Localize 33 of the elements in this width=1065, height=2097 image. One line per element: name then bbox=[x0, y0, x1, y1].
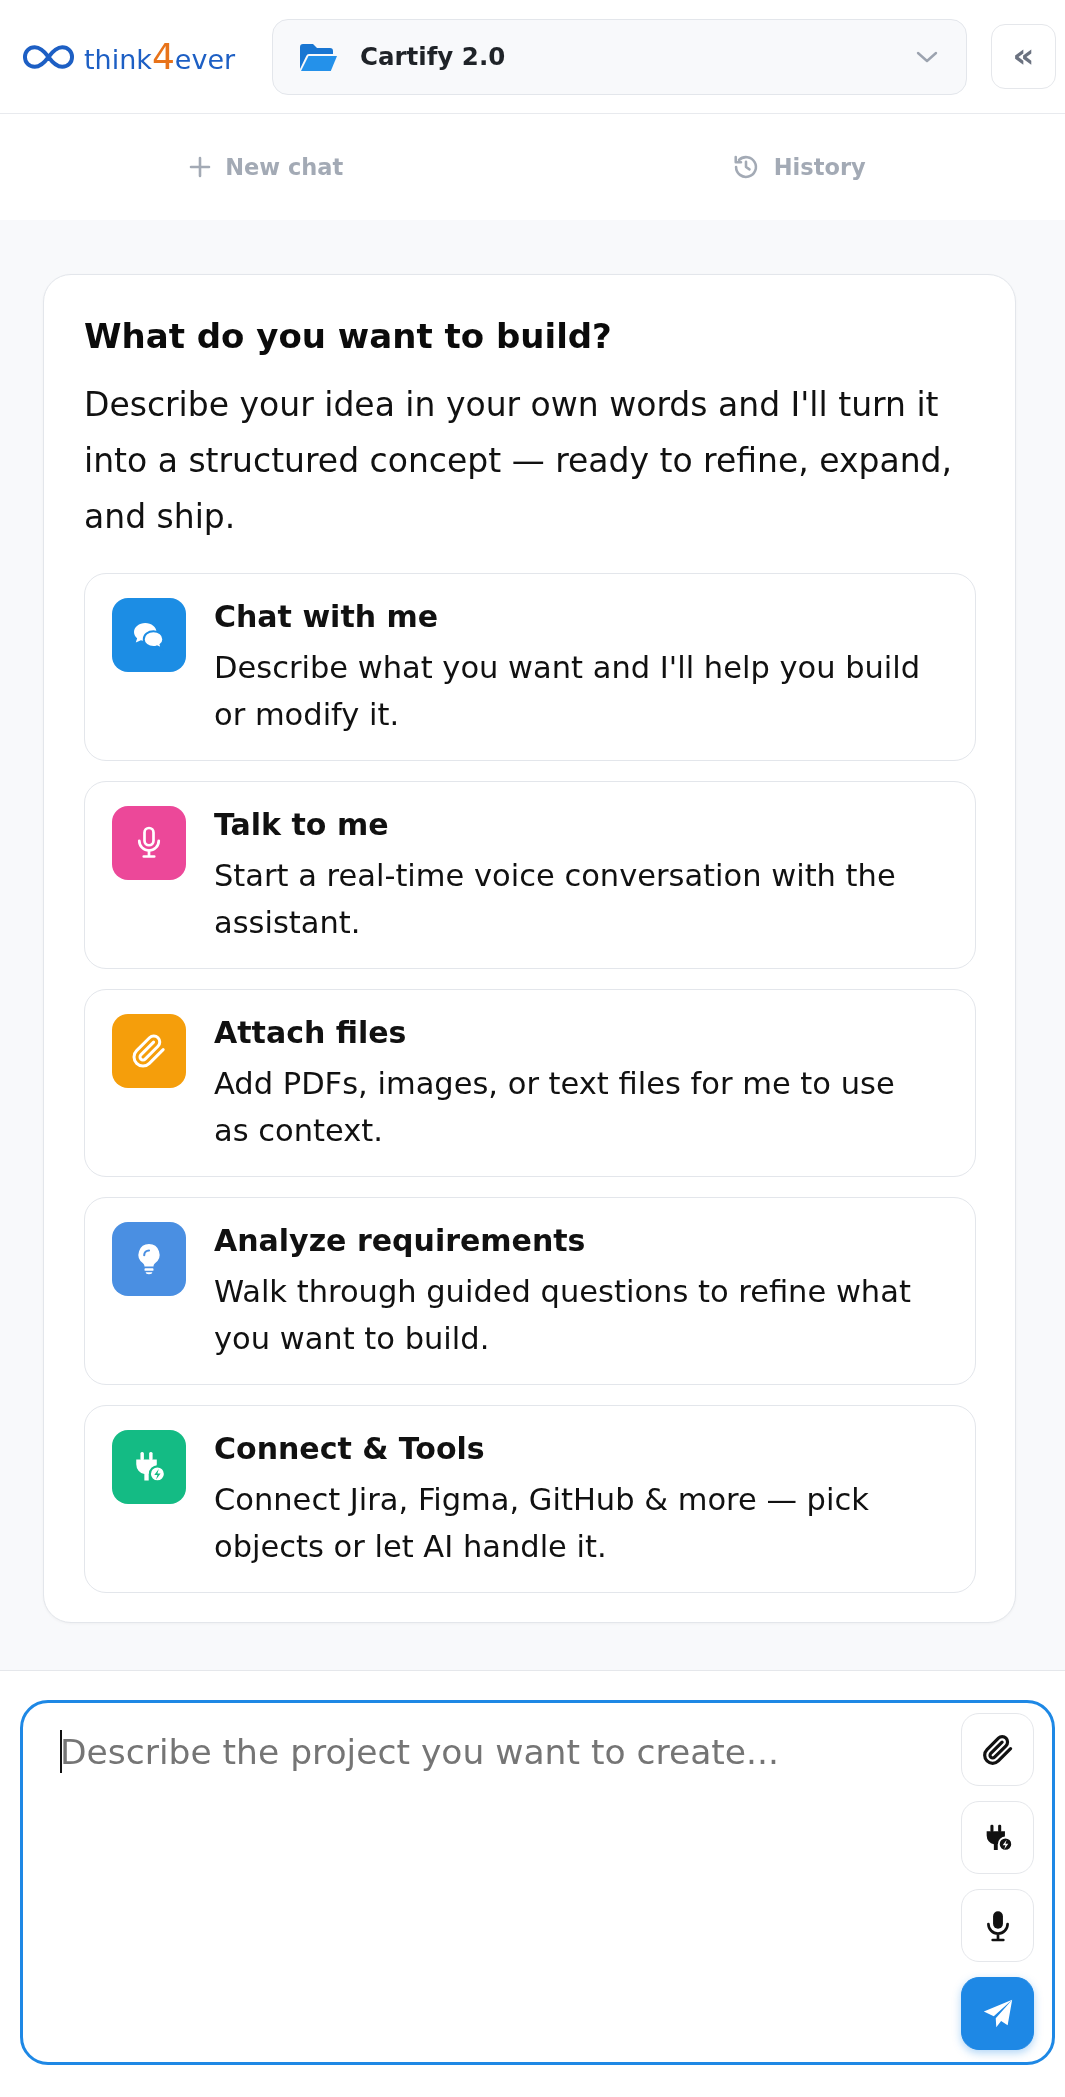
option-title: Connect & Tools bbox=[214, 1430, 486, 1468]
option-description: Add PDFs, images, or text files for me to use as context. bbox=[214, 1065, 896, 1150]
attach-button[interactable] bbox=[961, 1713, 1034, 1786]
message-input[interactable]: Describe the project you want to create... bbox=[60, 1713, 941, 2050]
option-title: Chat with me bbox=[214, 598, 440, 636]
option-description: Connect Jira, Figma, GitHub & more — pick objects or let AI handle it. bbox=[214, 1481, 870, 1566]
option-description: Walk through guided questions to refine what you want to build. bbox=[214, 1273, 912, 1358]
plus-icon bbox=[189, 156, 212, 178]
option-card[interactable]: Talk to me Start a real-time voice conversation with the assistant. bbox=[84, 781, 976, 969]
chevron-down-icon bbox=[916, 50, 938, 63]
card-description: Describe your idea in your own words and I'll turn it into a structured concept — ready to refine, expand, and ship. bbox=[84, 384, 954, 538]
option-title: Attach files bbox=[214, 1014, 408, 1052]
card-title: What do you want to build? bbox=[84, 315, 613, 357]
logo-wordmark: think4ever bbox=[84, 38, 236, 75]
option-description: Start a real-time voice conversation with the assistant. bbox=[214, 857, 897, 942]
folder-icon bbox=[300, 42, 337, 71]
option-title: Talk to me bbox=[214, 806, 390, 844]
project-selector[interactable]: Cartify 2.0 bbox=[272, 18, 967, 95]
option-card[interactable]: Connect & Tools Connect Jira, Figma, GitHub & more — pick objects or let AI handle it. bbox=[84, 1405, 976, 1593]
infinity-icon bbox=[22, 43, 75, 70]
paperclip-icon bbox=[981, 1733, 1014, 1766]
voice-button[interactable] bbox=[961, 1889, 1034, 1962]
option-card[interactable]: Analyze requirements Walk through guided questions to refine what you want to build. bbox=[84, 1197, 976, 1385]
connect-button[interactable] bbox=[961, 1801, 1034, 1874]
option-card[interactable]: Attach files Add PDFs, images, or text files for me to use as context. bbox=[84, 989, 976, 1177]
option-card[interactable]: Chat with me Describe what you want and I'll help you build or modify it. bbox=[84, 573, 976, 761]
collapse-button[interactable]: « bbox=[991, 24, 1056, 89]
send-button[interactable] bbox=[961, 1977, 1034, 2050]
option-description: Describe what you want and I'll help you build or modify it. bbox=[214, 649, 922, 734]
history-icon bbox=[731, 153, 760, 181]
message-field[interactable]: Describe the project you want to create... bbox=[20, 1700, 1055, 2065]
text-cursor bbox=[60, 1730, 62, 1773]
option-title: Analyze requirements bbox=[214, 1222, 587, 1260]
